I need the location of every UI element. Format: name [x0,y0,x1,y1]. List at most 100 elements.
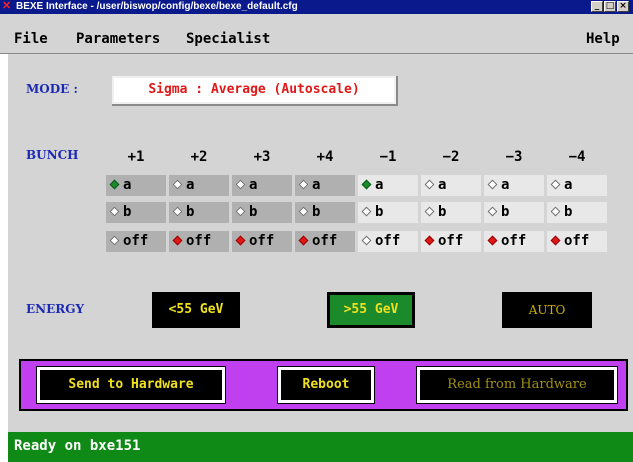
radio-unselected-icon [298,206,309,217]
bunch-radio-label: off [438,233,464,249]
menu-file[interactable]: File [14,31,48,47]
radio-selected-icon [298,235,309,246]
bunch-radio-label: off [501,233,527,249]
status-bar: Ready on bxe151 [8,430,633,462]
menu-bar: File Parameters Specialist Help [0,14,633,54]
bunch-radio-label: a [312,177,321,193]
bunch-radio-a[interactable]: a [169,175,229,196]
bunch-radio-off[interactable]: off [169,231,229,252]
energy-auto-button[interactable]: AUTO [502,292,592,328]
bunch-radio-off[interactable]: off [421,231,481,252]
radio-unselected-icon [235,179,246,190]
bunch-column-header: −2 [442,149,460,165]
bunch-radio-label: a [564,177,573,193]
bunch-radio-a[interactable]: a [484,175,544,196]
menu-specialist[interactable]: Specialist [186,31,270,47]
bunch-radio-label: off [249,233,275,249]
bunch-radio-off[interactable]: off [547,231,607,252]
energy-high-button[interactable]: >55 GeV [327,292,415,328]
bunch-radio-label: b [501,204,510,220]
bunch-radio-label: a [375,177,384,193]
radio-unselected-icon [109,206,120,217]
bunch-label: BUNCH [26,148,79,162]
radio-unselected-icon [424,179,435,190]
bunch-radio-b[interactable]: b [295,202,355,223]
bunch-radio-label: b [564,204,573,220]
bunch-column-header: −3 [505,149,523,165]
bunch-radio-b[interactable]: b [106,202,166,223]
bunch-radio-label: b [249,204,258,220]
window-title: BEXE Interface - /user/biswop/config/bex… [16,1,298,12]
bunch-radio-a[interactable]: a [547,175,607,196]
minimize-icon[interactable]: _ [591,1,603,12]
bunch-column-header: +1 [127,149,145,165]
radio-unselected-icon [109,235,120,246]
close-icon[interactable]: × [617,1,629,12]
radio-selected-icon [424,235,435,246]
bunch-radio-a[interactable]: a [358,175,418,196]
bunch-radio-label: a [438,177,447,193]
bunch-radio-label: b [186,204,195,220]
bunch-radio-label: off [375,233,401,249]
bunch-radio-b[interactable]: b [547,202,607,223]
bunch-radio-label: a [123,177,132,193]
status-text: Ready on bxe151 [14,438,141,454]
bunch-radio-label: off [123,233,149,249]
radio-unselected-icon [487,206,498,217]
bunch-radio-b[interactable]: b [358,202,418,223]
bunch-radio-label: b [375,204,384,220]
bunch-radio-off[interactable]: off [106,231,166,252]
bunch-radio-b[interactable]: b [421,202,481,223]
reboot-button[interactable]: Reboot [277,366,375,404]
bunch-radio-label: off [312,233,338,249]
x-logo-icon: ✕ [2,0,12,12]
mode-selector[interactable]: Sigma : Average (Autoscale) [112,76,396,104]
mode-label: MODE : [26,82,78,96]
read-from-hardware-button[interactable]: Read from Hardware [416,366,618,404]
bunch-radio-label: a [249,177,258,193]
bunch-column-header: −1 [379,149,397,165]
radio-unselected-icon [172,206,183,217]
menu-parameters[interactable]: Parameters [76,31,160,47]
radio-unselected-icon [361,206,372,217]
bunch-column-header: −4 [568,149,586,165]
title-bar: ✕ BEXE Interface - /user/biswop/config/b… [0,0,633,14]
bunch-column-header: +2 [190,149,208,165]
bunch-radio-b[interactable]: b [232,202,292,223]
maximize-icon[interactable]: □ [604,1,616,12]
bunch-radio-label: b [312,204,321,220]
bunch-column-header: +4 [316,149,334,165]
energy-low-button[interactable]: <55 GeV [152,292,240,328]
bunch-radio-label: b [438,204,447,220]
radio-selected-icon [550,235,561,246]
radio-unselected-icon [172,179,183,190]
bunch-radio-a[interactable]: a [106,175,166,196]
radio-selected-icon [172,235,183,246]
bunch-radio-label: off [186,233,212,249]
bunch-column-header: +3 [253,149,271,165]
bunch-radio-b[interactable]: b [169,202,229,223]
radio-unselected-icon [298,179,309,190]
radio-selected-icon [361,179,372,190]
radio-unselected-icon [487,179,498,190]
action-panel: Send to Hardware Reboot Read from Hardwa… [19,359,628,411]
bunch-radio-off[interactable]: off [358,231,418,252]
radio-selected-icon [109,179,120,190]
bunch-radio-a[interactable]: a [421,175,481,196]
radio-selected-icon [487,235,498,246]
radio-unselected-icon [550,206,561,217]
radio-unselected-icon [361,235,372,246]
bunch-radio-a[interactable]: a [232,175,292,196]
energy-label: ENERGY [26,302,85,316]
bunch-radio-off[interactable]: off [484,231,544,252]
radio-unselected-icon [550,179,561,190]
menu-help[interactable]: Help [586,31,620,47]
bunch-radio-off[interactable]: off [232,231,292,252]
radio-unselected-icon [424,206,435,217]
bunch-radio-a[interactable]: a [295,175,355,196]
radio-unselected-icon [235,206,246,217]
bunch-radio-off[interactable]: off [295,231,355,252]
bunch-radio-b[interactable]: b [484,202,544,223]
send-to-hardware-button[interactable]: Send to Hardware [36,366,226,404]
window-border [0,54,8,462]
